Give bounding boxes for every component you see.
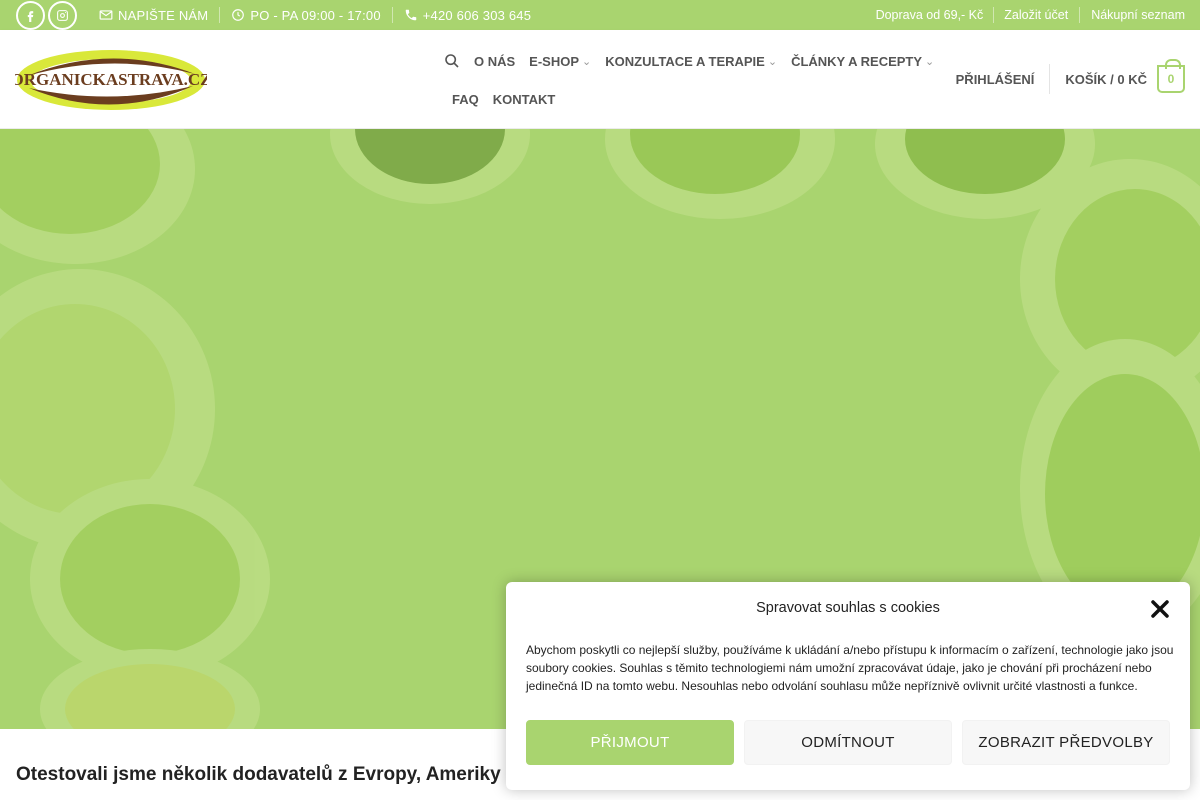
cart-count: 0: [1167, 72, 1175, 86]
nav-item-articles[interactable]: ČLÁNKY A RECEPTY ⌄: [791, 54, 934, 69]
opening-hours: PO - PA 09:00 - 17:00: [231, 7, 381, 23]
facebook-icon: [27, 10, 34, 22]
nav-row-2: FAQ KONTAKT: [444, 82, 954, 116]
chevron-down-icon: ⌄: [767, 55, 778, 68]
shopping-list-link[interactable]: Nákupní seznam: [1091, 8, 1185, 22]
shipping-link[interactable]: Doprava od 69,- Kč: [876, 8, 984, 22]
email-link[interactable]: NAPIŠTE NÁM: [99, 8, 208, 23]
divider: [219, 7, 221, 23]
cookie-dialog-title: Spravovat souhlas s cookies: [756, 600, 940, 616]
site-header: ORGANICKASTRAVA.CZ O NÁS E-SHOP ⌄ KONZUL…: [0, 30, 1200, 129]
instagram-link[interactable]: [48, 0, 77, 30]
logo-graphic: ORGANICKASTRAVA.CZ: [10, 50, 212, 110]
phone-icon: [405, 9, 417, 21]
nav-item-contact[interactable]: KONTAKT: [493, 92, 556, 107]
header-account-area: PŘIHLÁŠENÍ KOŠÍK / 0 KČ 0: [956, 59, 1185, 94]
hours-label: PO - PA 09:00 - 17:00: [250, 7, 381, 23]
main-nav: O NÁS E-SHOP ⌄ KONZULTACE A TERAPIE ⌄ ČL…: [444, 44, 954, 116]
intro-heading: Otestovali jsme několik dodavatelů z Evr…: [16, 764, 501, 785]
nav-row-1: O NÁS E-SHOP ⌄ KONZULTACE A TERAPIE ⌄ ČL…: [444, 44, 954, 78]
divider: [1049, 64, 1051, 94]
cart-icon[interactable]: 0: [1157, 59, 1185, 93]
cookie-dialog-actions: Přijmout Odmítnout Zobrazit předvolby: [526, 720, 1170, 765]
nav-item-label: ČLÁNKY A RECEPTY: [791, 53, 923, 69]
create-account-link[interactable]: Založit účet: [1004, 8, 1068, 22]
top-bar-left: NAPIŠTE NÁM PO - PA 09:00 - 17:00 +420 6…: [16, 0, 531, 30]
svg-text:ORGANICKASTRAVA.CZ: ORGANICKASTRAVA.CZ: [15, 70, 207, 89]
divider: [1079, 7, 1081, 23]
clock-icon: [232, 9, 245, 21]
site-logo[interactable]: ORGANICKASTRAVA.CZ: [10, 48, 212, 112]
search-button[interactable]: [444, 53, 460, 69]
view-preferences-button[interactable]: Zobrazit předvolby: [962, 720, 1170, 765]
instagram-icon: [57, 9, 68, 21]
close-icon: [1151, 600, 1169, 618]
chevron-down-icon: ⌄: [925, 55, 935, 68]
top-bar-right: Doprava od 69,- Kč Založit účet Nákupní …: [876, 0, 1185, 30]
nav-item-consultation[interactable]: KONZULTACE A TERAPIE ⌄: [605, 54, 777, 69]
envelope-icon: [99, 10, 113, 20]
nav-item-faq[interactable]: FAQ: [452, 92, 479, 107]
email-label: NAPIŠTE NÁM: [118, 7, 209, 23]
close-button[interactable]: [1150, 599, 1170, 619]
accept-button[interactable]: Přijmout: [526, 720, 734, 765]
cart-link[interactable]: KOŠÍK / 0 KČ: [1065, 72, 1147, 87]
login-link[interactable]: PŘIHLÁŠENÍ: [956, 72, 1035, 87]
nav-item-label: KONZULTACE A TERAPIE: [605, 53, 765, 69]
chevron-down-icon: ⌄: [582, 55, 592, 68]
nav-item-about[interactable]: O NÁS: [474, 54, 515, 69]
nav-item-label: E-SHOP: [529, 53, 580, 69]
search-icon: [445, 54, 459, 68]
divider: [391, 7, 393, 23]
cookie-consent-dialog: Spravovat souhlas s cookies Abychom posk…: [506, 582, 1190, 790]
cookie-dialog-text: Abychom poskytli co nejlepší služby, pou…: [526, 643, 1174, 693]
deny-button[interactable]: Odmítnout: [744, 720, 952, 765]
nav-item-eshop[interactable]: E-SHOP ⌄: [529, 54, 591, 69]
top-bar: NAPIŠTE NÁM PO - PA 09:00 - 17:00 +420 6…: [0, 0, 1200, 30]
facebook-link[interactable]: [16, 0, 45, 30]
divider: [993, 7, 995, 23]
phone-link[interactable]: +420 606 303 645: [404, 8, 531, 23]
phone-label: +420 606 303 645: [422, 7, 532, 23]
